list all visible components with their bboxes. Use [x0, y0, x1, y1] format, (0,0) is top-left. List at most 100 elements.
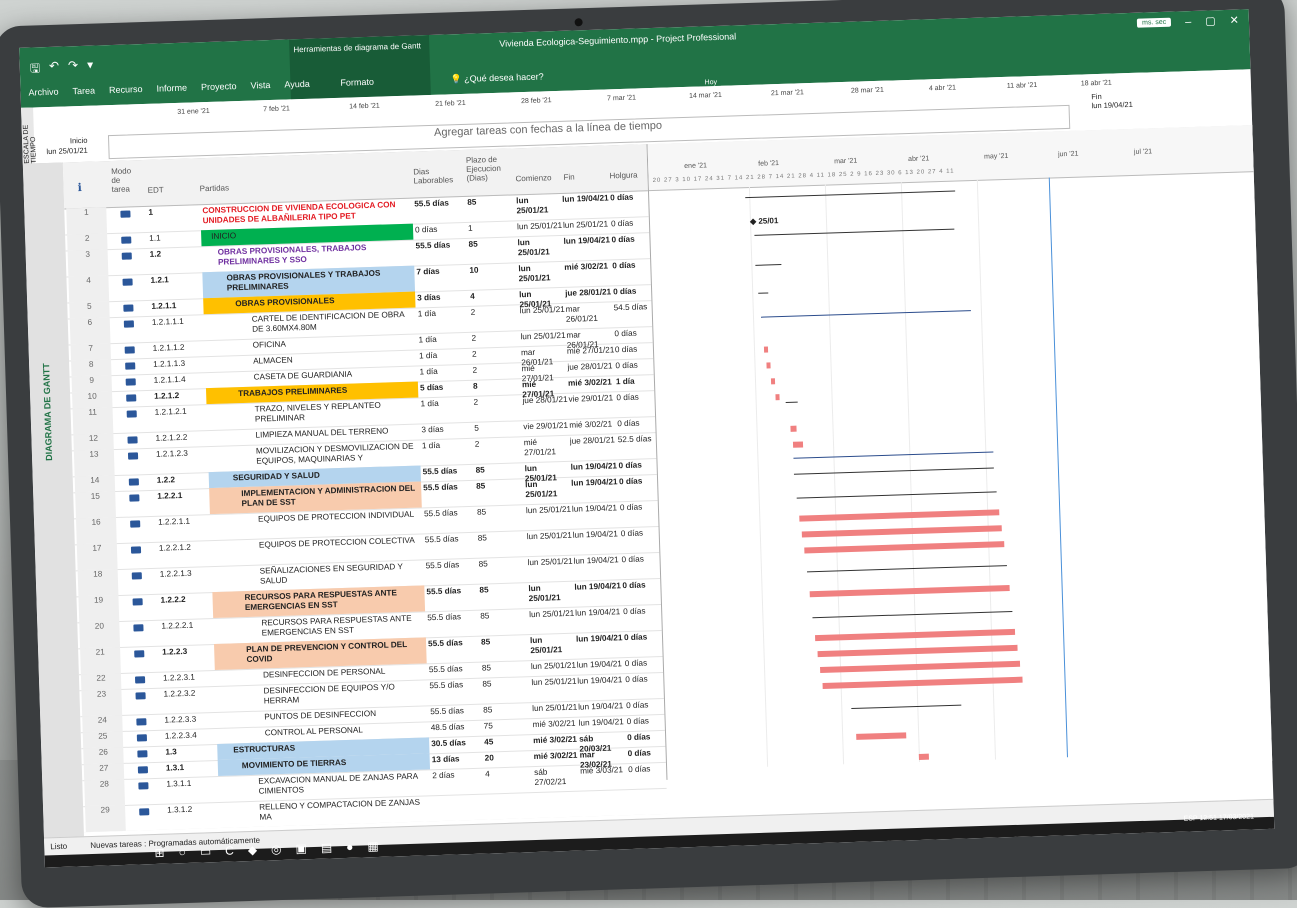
edt-cell[interactable]: 1.2.1: [150, 274, 200, 286]
start-cell[interactable]: lun 25/01/21: [528, 583, 575, 604]
plazo-cell[interactable]: 4: [470, 291, 510, 302]
edt-cell[interactable]: 1.2.1.1.2: [153, 342, 203, 354]
finish-cell[interactable]: lun 19/04/21: [575, 607, 623, 619]
finish-cell[interactable]: lun 19/04/21: [578, 701, 626, 713]
row-id[interactable]: 4: [68, 275, 110, 303]
plazo-cell[interactable]: 2: [472, 365, 512, 376]
start-cell[interactable]: mié 3/02/21: [533, 735, 579, 746]
slack-cell[interactable]: 0 días: [622, 580, 662, 591]
finish-cell[interactable]: mié 3/02/21: [568, 377, 616, 389]
finish-cell[interactable]: lun 19/04/21: [574, 581, 622, 593]
finish-cell[interactable]: lun 19/04/21: [573, 529, 621, 541]
slack-cell[interactable]: 0 días: [621, 554, 661, 565]
finish-cell[interactable]: mié 27/01/21: [567, 345, 615, 357]
plazo-cell[interactable]: 85: [480, 610, 520, 621]
row-id[interactable]: 12: [73, 433, 114, 451]
gantt-task-bar[interactable]: [766, 362, 771, 369]
start-cell[interactable]: lun 25/01/21: [530, 635, 577, 656]
row-id[interactable]: 13: [73, 449, 115, 477]
edt-cell[interactable]: 1.2.2: [157, 474, 207, 486]
finish-cell[interactable]: lun 19/04/21: [576, 633, 624, 645]
edt-cell[interactable]: 1.2.2.3.1: [163, 672, 213, 684]
gantt-chart[interactable]: ene '21 feb '21 mar '21 abr '21 may '21 …: [646, 125, 1274, 780]
duration-cell[interactable]: 55.5 días: [429, 680, 477, 692]
start-cell[interactable]: vie 29/01/21: [523, 421, 569, 432]
col-finish[interactable]: Fin: [563, 172, 574, 181]
finish-cell[interactable]: lun 19/04/21: [573, 555, 621, 567]
duration-cell[interactable]: 55.5 días: [423, 482, 471, 494]
duration-cell[interactable]: 55.5 días: [425, 534, 473, 546]
folder-icon[interactable]: ▤: [321, 840, 333, 854]
duration-cell[interactable]: 1 día: [419, 350, 467, 362]
slack-cell[interactable]: 0 días: [625, 674, 665, 685]
tab-tarea[interactable]: Tarea: [72, 86, 95, 97]
plazo-cell[interactable]: 85: [482, 662, 522, 673]
duration-cell[interactable]: 1 día: [419, 366, 467, 378]
plazo-cell[interactable]: 45: [484, 736, 524, 747]
edt-cell[interactable]: 1.2.1.2.1: [155, 406, 205, 418]
gantt-task-bar[interactable]: [770, 378, 776, 385]
col-slack[interactable]: Holgura: [609, 171, 637, 181]
row-id[interactable]: 2: [67, 233, 108, 251]
edt-cell[interactable]: 1.2.2.3.4: [165, 730, 215, 742]
plazo-cell[interactable]: 85: [476, 464, 516, 475]
edt-cell[interactable]: 1.2.2.1.3: [160, 568, 210, 580]
tray-date[interactable]: 17/03/2021: [1219, 813, 1254, 821]
slack-cell[interactable]: 0 días: [611, 234, 651, 245]
plazo-cell[interactable]: 2: [473, 397, 513, 408]
plazo-cell[interactable]: 85: [482, 678, 522, 689]
tab-informe[interactable]: Informe: [156, 83, 187, 94]
gantt-summary-bar[interactable]: [793, 467, 994, 479]
plazo-cell[interactable]: 85: [483, 704, 523, 715]
slack-cell[interactable]: 0 días: [612, 260, 652, 271]
slack-cell[interactable]: [629, 790, 668, 791]
gantt-summary-line[interactable]: [760, 310, 971, 318]
tray-lang[interactable]: ESP: [1183, 815, 1197, 822]
undo-icon[interactable]: ↶: [49, 59, 60, 80]
start-cell[interactable]: lun 25/01/21: [527, 557, 573, 568]
gantt-task-bar[interactable]: [856, 732, 907, 740]
start-cell[interactable]: lun 25/01/21: [517, 221, 563, 232]
row-id[interactable]: 5: [69, 301, 110, 319]
duration-cell[interactable]: 2 días: [432, 770, 480, 782]
redo-icon[interactable]: ↷: [68, 58, 79, 79]
duration-cell[interactable]: 3 días: [417, 292, 465, 304]
finish-cell[interactable]: jue 28/01/21: [570, 435, 618, 447]
finish-cell[interactable]: mié 3/02/21: [569, 419, 617, 431]
plazo-cell[interactable]: 85: [476, 480, 516, 491]
row-id[interactable]: 3: [67, 249, 109, 277]
edt-cell[interactable]: 1.2.2.3.3: [164, 714, 214, 726]
duration-cell[interactable]: 5 días: [420, 382, 468, 394]
finish-cell[interactable]: lun 19/04/21: [562, 193, 610, 205]
start-cell[interactable]: lun 25/01/21: [532, 703, 578, 714]
duration-cell[interactable]: 13 días: [432, 754, 480, 766]
slack-cell[interactable]: 0 días: [617, 418, 657, 429]
slack-cell[interactable]: 0 días: [620, 502, 660, 513]
slack-cell[interactable]: 0 días: [615, 360, 655, 371]
gantt-summary-bar[interactable]: [796, 491, 997, 503]
slack-cell[interactable]: 52.5 días: [618, 434, 658, 445]
duration-cell[interactable]: 55.5 días: [430, 706, 478, 718]
tab-formato[interactable]: Formato: [340, 77, 374, 88]
start-cell[interactable]: lun 25/01/21: [518, 263, 565, 284]
gantt-summary-bar[interactable]: [758, 292, 769, 298]
duration-cell[interactable]: 55.5 días: [429, 664, 477, 676]
slack-cell[interactable]: 0 días: [615, 344, 655, 355]
edt-cell[interactable]: 1.2: [150, 248, 200, 260]
project-icon[interactable]: ▦: [367, 839, 379, 853]
plazo-cell[interactable]: 1: [468, 223, 508, 234]
row-id[interactable]: 11: [72, 407, 114, 435]
finish-cell[interactable]: lun 19/04/21: [571, 477, 619, 489]
start-cell[interactable]: lun 25/01/21: [517, 237, 564, 258]
col-plazo[interactable]: Plazo de Ejecucion (Dias): [466, 155, 509, 183]
col-edt[interactable]: EDT: [148, 185, 164, 194]
slack-cell[interactable]: 0 días: [628, 764, 668, 775]
edt-cell[interactable]: 1.2.2.2.1: [161, 620, 211, 632]
finish-cell[interactable]: jue 28/01/21: [565, 287, 613, 299]
row-id[interactable]: 29: [85, 804, 126, 833]
plazo-cell[interactable]: [486, 794, 526, 795]
gantt-task-bar[interactable]: [801, 525, 1002, 538]
slack-cell[interactable]: 0 días: [628, 748, 668, 759]
gantt-task-bar[interactable]: [809, 585, 1010, 598]
gantt-task-bar[interactable]: [775, 394, 780, 401]
